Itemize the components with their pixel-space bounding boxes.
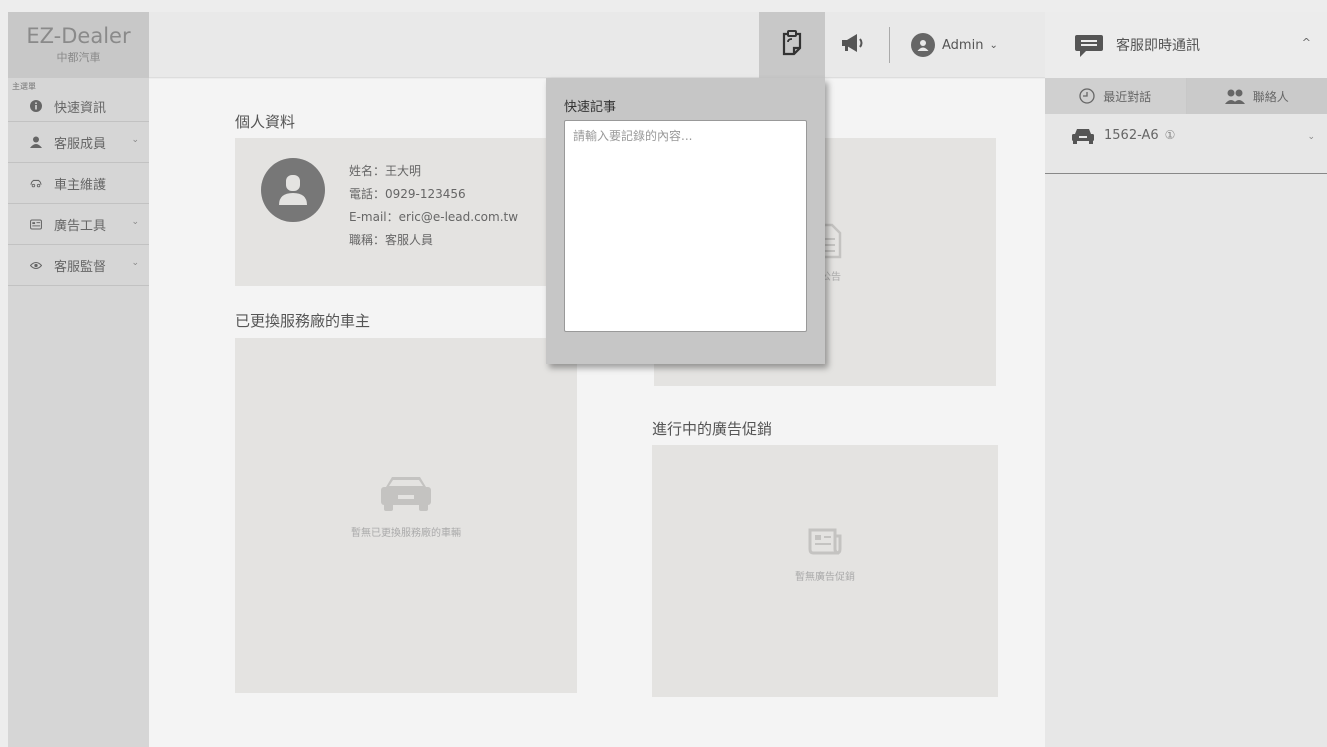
chat-title: 客服即時通訊 bbox=[1116, 38, 1200, 54]
info-icon bbox=[30, 100, 42, 112]
sidebar-item-label: 客服監督 bbox=[54, 259, 107, 275]
megaphone-icon bbox=[840, 33, 866, 57]
profile-phone: 電話：0929-123456 bbox=[349, 187, 466, 201]
chevron-down-icon: ⌄ bbox=[131, 258, 139, 268]
sidebar-item-label: 車主維護 bbox=[54, 177, 107, 193]
ad-icon bbox=[30, 218, 42, 230]
conversation-plate: 1562-A6 bbox=[1104, 128, 1159, 143]
eye-icon bbox=[30, 259, 42, 271]
toolbar-divider bbox=[889, 27, 890, 63]
sidebar-item-quick-info[interactable]: 快速資訊 bbox=[8, 91, 149, 122]
quick-note-popup: 快速記事 bbox=[546, 78, 825, 364]
app-subtitle: 中都汽車 bbox=[56, 51, 101, 64]
user-avatar-icon bbox=[911, 33, 935, 57]
chat-tabs: 最近對話 聯絡人 bbox=[1045, 78, 1327, 114]
contacts-icon bbox=[1224, 88, 1245, 104]
quick-note-title: 快速記事 bbox=[564, 100, 617, 115]
tab-label: 聯絡人 bbox=[1252, 89, 1289, 104]
top-bar: Admin ⌄ bbox=[149, 12, 1045, 78]
changed-owners-panel: 暫無已更換服務廠的車輛 bbox=[235, 338, 577, 693]
chat-bubble-icon bbox=[1074, 33, 1104, 57]
sidebar-item-label: 快速資訊 bbox=[54, 100, 107, 116]
profile-email: E-mail：eric@e-lead.com.tw bbox=[349, 210, 519, 224]
user-menu[interactable]: Admin ⌄ bbox=[911, 32, 998, 58]
newspaper-icon bbox=[807, 527, 843, 558]
app-logo[interactable]: EZ-Dealer 中都汽車 bbox=[8, 12, 149, 78]
app-title: EZ-Dealer bbox=[26, 24, 131, 48]
tab-label: 最近對話 bbox=[1103, 89, 1152, 104]
sidebar-item-label: 廣告工具 bbox=[54, 218, 107, 234]
car-icon bbox=[378, 473, 434, 516]
tab-recent-conversations[interactable]: 最近對話 bbox=[1045, 78, 1186, 114]
announcement-button[interactable] bbox=[839, 32, 867, 58]
chat-panel: 客服即時通訊 ^ 最近對話 聯絡人 1562-A6 ① ⌄ bbox=[1045, 12, 1327, 747]
sidebar: EZ-Dealer 中都汽車 主選單 快速資訊 客服成員 ⌄ 車主維護 廣告工具… bbox=[8, 12, 149, 747]
sidebar-item-supervision[interactable]: 客服監督 ⌄ bbox=[8, 245, 149, 286]
sidebar-item-owners[interactable]: 車主維護 bbox=[8, 163, 149, 204]
car-icon bbox=[1071, 128, 1095, 144]
chevron-down-icon: ⌄ bbox=[131, 217, 139, 227]
menu-heading: 主選單 bbox=[12, 82, 36, 91]
profile-name: 姓名：王大明 bbox=[349, 164, 422, 178]
quick-note-input[interactable] bbox=[564, 120, 807, 332]
profile-card: 姓名：王大明 電話：0929-123456 E-mail：eric@e-lead… bbox=[235, 138, 578, 286]
conversation-item[interactable]: 1562-A6 ① ⌄ bbox=[1045, 114, 1327, 174]
clock-icon bbox=[1079, 88, 1095, 104]
tab-contacts[interactable]: 聯絡人 bbox=[1185, 78, 1327, 114]
promotions-panel: 暫無廣告促銷 bbox=[652, 445, 998, 697]
chat-header[interactable]: 客服即時通訊 ^ bbox=[1045, 12, 1327, 78]
profile-title: 個人資料 bbox=[235, 113, 296, 131]
promotions-title: 進行中的廣告促銷 bbox=[652, 420, 773, 438]
chevron-down-icon[interactable]: ⌄ bbox=[1307, 132, 1315, 142]
quick-note-button[interactable] bbox=[759, 12, 825, 78]
changed-owners-title: 已更換服務廠的車主 bbox=[235, 312, 371, 330]
changed-owners-empty-text: 暫無已更換服務廠的車輛 bbox=[351, 528, 461, 539]
user-name: Admin bbox=[942, 37, 984, 53]
notepad-icon bbox=[780, 30, 804, 60]
chevron-down-icon: ⌄ bbox=[131, 135, 139, 145]
person-icon bbox=[30, 136, 42, 148]
car-icon bbox=[30, 177, 42, 189]
sidebar-item-ad-tools[interactable]: 廣告工具 ⌄ bbox=[8, 204, 149, 245]
promotions-empty-text: 暫無廣告促銷 bbox=[795, 572, 855, 583]
promotions-empty: 暫無廣告促銷 bbox=[652, 527, 998, 583]
chevron-down-icon: ⌄ bbox=[989, 39, 998, 51]
sidebar-item-label: 客服成員 bbox=[54, 136, 107, 152]
chevron-up-icon[interactable]: ^ bbox=[1302, 36, 1311, 49]
profile-avatar-icon bbox=[261, 158, 325, 222]
unread-badge: ① bbox=[1164, 128, 1176, 142]
changed-owners-empty: 暫無已更換服務廠的車輛 bbox=[235, 473, 577, 539]
profile-details: 姓名：王大明 電話：0929-123456 E-mail：eric@e-lead… bbox=[349, 160, 518, 252]
profile-job-title: 職稱：客服人員 bbox=[349, 233, 434, 247]
sidebar-item-staff[interactable]: 客服成員 ⌄ bbox=[8, 122, 149, 163]
